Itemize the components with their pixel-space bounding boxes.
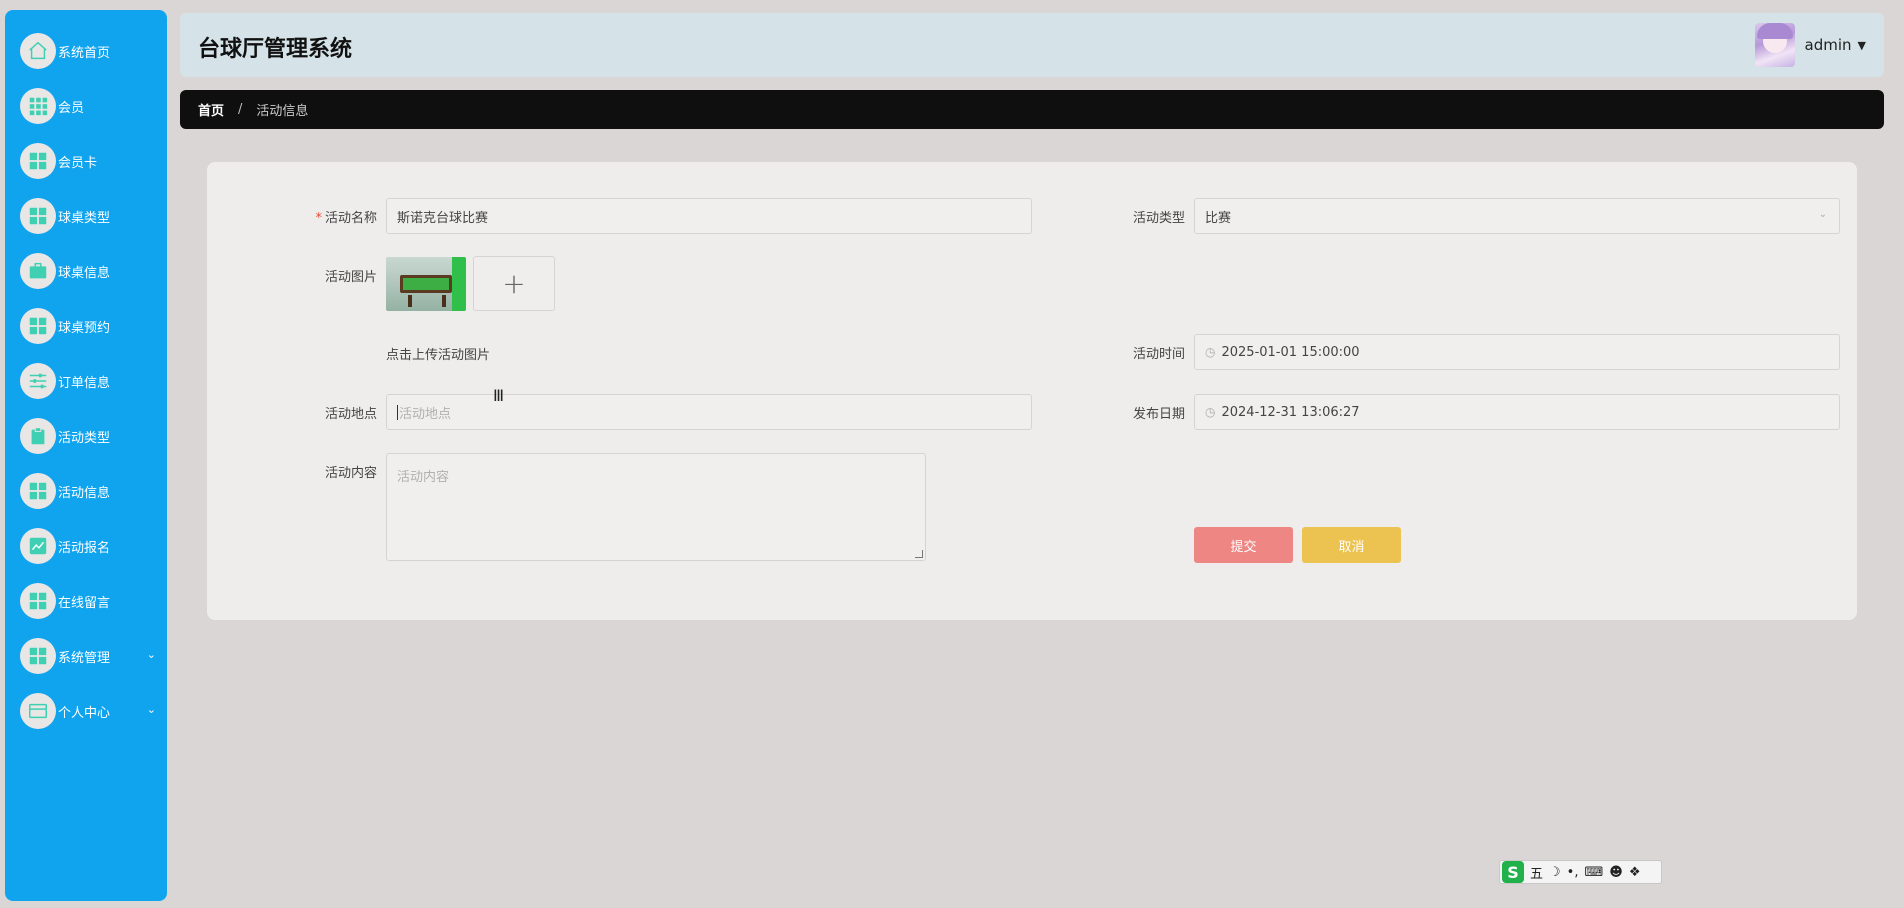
location-label: 活动地点 bbox=[324, 407, 377, 422]
breadcrumb-current: 活动信息 bbox=[256, 104, 309, 119]
publish-date-value: 2024-12-31 13:06:27 bbox=[1221, 404, 1360, 420]
sidebar-item-profile[interactable]: 个人中心 ⌄ bbox=[20, 691, 160, 731]
sidebar-item-label: 活动信息 bbox=[58, 485, 111, 501]
sliders-icon bbox=[20, 363, 56, 399]
resize-handle[interactable] bbox=[915, 550, 923, 558]
sidebar-item-table-type[interactable]: 球桌类型 bbox=[20, 196, 160, 236]
app-title: 台球厅管理系统 bbox=[198, 37, 353, 62]
user-menu[interactable]: admin ▼ bbox=[1754, 23, 1866, 67]
sidebar-item-label: 在线留言 bbox=[58, 595, 111, 611]
username: admin bbox=[1804, 36, 1852, 54]
clock-icon: ◷ bbox=[1205, 345, 1216, 359]
thumb-leg bbox=[408, 295, 412, 307]
grid-icon bbox=[20, 473, 56, 509]
required-mark: * bbox=[315, 211, 322, 226]
sidebar-item-label: 活动报名 bbox=[58, 540, 111, 556]
sidebar-item-table-booking[interactable]: 球桌预约 bbox=[20, 306, 160, 346]
text-caret bbox=[397, 404, 398, 420]
clipboard-icon bbox=[20, 418, 56, 454]
image-label: 活动图片 bbox=[324, 270, 377, 285]
briefcase-icon bbox=[20, 253, 56, 289]
grid-icon bbox=[20, 308, 56, 344]
chevron-down-icon: ⌄ bbox=[146, 703, 156, 716]
sidebar-item-label: 球桌信息 bbox=[58, 265, 111, 281]
user-icon[interactable]: ☻ bbox=[1609, 865, 1623, 880]
thumb-leg bbox=[442, 295, 446, 307]
publish-label: 发布日期 bbox=[1132, 407, 1185, 422]
upload-hint: 点击上传活动图片 bbox=[386, 348, 491, 363]
ime-logo-icon: S bbox=[1502, 861, 1524, 883]
publish-date-picker[interactable]: ◷ 2024-12-31 13:06:27 bbox=[1194, 394, 1840, 430]
keyboard-icon[interactable]: ⌨ bbox=[1584, 865, 1603, 880]
grid-icon bbox=[20, 583, 56, 619]
activity-name-input[interactable]: 斯诺克台球比赛 bbox=[386, 198, 1032, 234]
sidebar-item-orders[interactable]: 订单信息 bbox=[20, 361, 160, 401]
chevron-down-icon: ⌄ bbox=[1818, 209, 1827, 220]
caret-down-icon: ▼ bbox=[1857, 38, 1866, 52]
sidebar-item-activity-info[interactable]: 活动信息 bbox=[20, 471, 160, 511]
location-input[interactable]: 活动地点 bbox=[386, 394, 1032, 430]
sidebar-item-label: 球桌类型 bbox=[58, 210, 111, 226]
content-placeholder: 活动内容 bbox=[397, 470, 450, 485]
sidebar-item-home[interactable]: 系统首页 bbox=[20, 31, 160, 71]
sidebar-item-activity-signup[interactable]: 活动报名 bbox=[20, 526, 160, 566]
upload-button[interactable]: + bbox=[473, 256, 555, 311]
name-label-text: 活动名称 bbox=[324, 211, 377, 226]
content-textarea[interactable]: 活动内容 bbox=[386, 453, 926, 561]
sidebar: 系统首页 会员 会员卡 球桌类型 球桌信息 球桌预约 订单信息 活动类型 活动信… bbox=[5, 10, 167, 901]
activity-type-value: 比赛 bbox=[1205, 210, 1232, 226]
activity-time-value: 2025-01-01 15:00:00 bbox=[1221, 344, 1360, 360]
sidebar-item-members[interactable]: 会员 bbox=[20, 86, 160, 126]
breadcrumb-separator: / bbox=[238, 102, 243, 117]
thumb-bg bbox=[452, 257, 466, 311]
sidebar-item-messages[interactable]: 在线留言 bbox=[20, 581, 160, 621]
sidebar-item-table-info[interactable]: 球桌信息 bbox=[20, 251, 160, 291]
sidebar-item-label: 系统管理 bbox=[58, 650, 111, 666]
avatar bbox=[1754, 23, 1795, 67]
activity-type-select[interactable]: 比赛 ⌄ bbox=[1194, 198, 1840, 234]
location-placeholder: 活动地点 bbox=[399, 406, 452, 422]
time-label: 活动时间 bbox=[1132, 347, 1185, 362]
top-header: 台球厅管理系统 admin ▼ bbox=[180, 13, 1884, 77]
apps-icon[interactable]: ❖ bbox=[1629, 865, 1641, 880]
moon-icon[interactable]: ☽ bbox=[1549, 865, 1561, 880]
sidebar-item-label: 订单信息 bbox=[58, 375, 111, 391]
grid-icon bbox=[20, 88, 56, 124]
activity-image-thumbnail[interactable] bbox=[386, 257, 466, 311]
sidebar-item-label: 会员 bbox=[58, 100, 85, 116]
content-label: 活动内容 bbox=[324, 466, 377, 481]
card-icon bbox=[20, 693, 56, 729]
mouse-ibeam-cursor: Ⅲ bbox=[493, 386, 505, 405]
sidebar-item-member-card[interactable]: 会员卡 bbox=[20, 141, 160, 181]
grid-icon bbox=[20, 143, 56, 179]
breadcrumb-home[interactable]: 首页 bbox=[198, 100, 224, 119]
punctuation-icon[interactable]: •, bbox=[1567, 865, 1579, 880]
sidebar-item-label: 活动类型 bbox=[58, 430, 111, 446]
sidebar-item-system[interactable]: 系统管理 ⌄ bbox=[20, 636, 160, 676]
name-label: * 活动名称 bbox=[257, 207, 377, 226]
submit-button[interactable]: 提交 bbox=[1194, 527, 1293, 563]
type-label: 活动类型 bbox=[1132, 211, 1185, 226]
sidebar-item-label: 球桌预约 bbox=[58, 320, 111, 336]
grid-icon bbox=[20, 198, 56, 234]
cancel-button[interactable]: 取消 bbox=[1302, 527, 1401, 563]
activity-time-picker[interactable]: ◷ 2025-01-01 15:00:00 bbox=[1194, 334, 1840, 370]
home-icon bbox=[20, 33, 56, 69]
sidebar-item-label: 系统首页 bbox=[58, 45, 111, 61]
sidebar-item-label: 个人中心 bbox=[58, 705, 111, 721]
ime-mode[interactable]: 五 bbox=[1530, 863, 1543, 882]
sidebar-item-label: 会员卡 bbox=[58, 155, 98, 171]
sidebar-item-activity-type[interactable]: 活动类型 bbox=[20, 416, 160, 456]
ime-toolbar[interactable]: S 五 ☽ •, ⌨ ☻ ❖ bbox=[1499, 860, 1662, 884]
chart-icon bbox=[20, 528, 56, 564]
breadcrumb: 首页 / 活动信息 bbox=[180, 90, 1884, 129]
clock-icon: ◷ bbox=[1205, 405, 1216, 419]
grid-icon bbox=[20, 638, 56, 674]
thumb-table bbox=[400, 275, 452, 293]
chevron-down-icon: ⌄ bbox=[146, 648, 156, 661]
